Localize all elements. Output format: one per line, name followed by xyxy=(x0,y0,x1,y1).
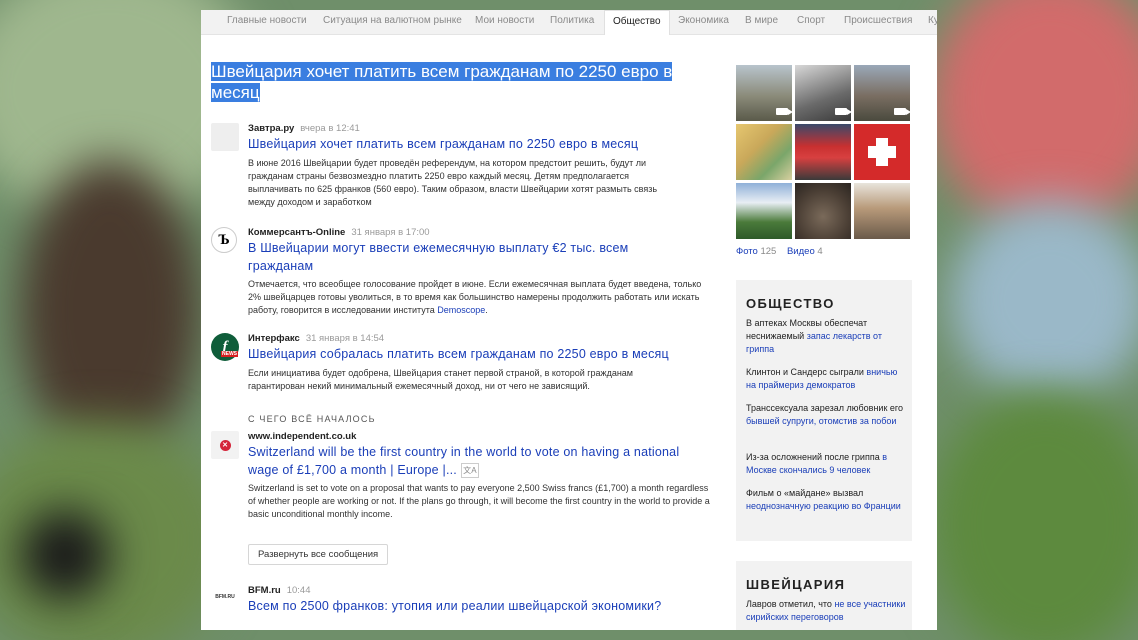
photo-thumbnail[interactable] xyxy=(795,183,851,239)
video-count: 4 xyxy=(817,246,823,257)
sidebar-news-item[interactable]: Из-за осложнений после гриппа в Москве с… xyxy=(746,451,906,477)
tab-politics[interactable]: Политика xyxy=(550,10,594,34)
timestamp: 10:44 xyxy=(286,585,311,596)
article-title-link[interactable]: Швейцария собралась платить всем граждан… xyxy=(248,345,718,363)
source-line: Коммерсантъ-Online 31 января в 17:00 xyxy=(248,227,430,238)
tab-more[interactable]: Ку xyxy=(928,10,937,34)
news-page: Главные новости Ситуация на валютном рын… xyxy=(201,10,937,630)
tab-incidents[interactable]: Происшествия xyxy=(844,10,912,34)
bfm-logo-icon: BFM.RU xyxy=(215,594,235,600)
sidebar-title: ОБЩЕСТВО xyxy=(746,296,835,311)
article-snippet: В июне 2016 Швейцарии будет проведён реф… xyxy=(248,158,658,207)
source-line: www.independent.co.uk xyxy=(248,431,356,442)
sidebar-news-item[interactable]: Фильм о «майдане» вызвал неоднозначную р… xyxy=(746,487,906,513)
sidebar-news-item[interactable]: В аптеках Москвы обеспечат неснижаемый з… xyxy=(746,317,906,356)
timestamp: 31 января в 14:54 xyxy=(305,333,385,344)
sidebar-title: ШВЕЙЦАРИЯ xyxy=(746,577,846,592)
source-logo-placeholder xyxy=(211,123,239,151)
top-nav: Главные новости Ситуация на валютном рын… xyxy=(201,10,937,35)
tab-economy[interactable]: Экономика xyxy=(678,10,729,34)
article-snippet: Если инициатива будет одобрена, Швейцари… xyxy=(248,368,633,391)
sidebar-news-item[interactable]: Клинтон и Сандерс сыграли вничью на прай… xyxy=(746,366,906,392)
video-link[interactable]: Видео xyxy=(787,246,815,257)
source-line: Интерфакс 31 января в 14:54 xyxy=(248,333,384,344)
timestamp: 31 января в 17:00 xyxy=(351,227,430,238)
sidebar-news-item[interactable]: Транссексуала зарезал любовник его бывше… xyxy=(746,402,906,428)
article-title-link[interactable]: В Швейцарии могут ввести ежемесячную вып… xyxy=(248,239,668,275)
tab-my-news[interactable]: Мои новости xyxy=(475,10,534,34)
photo-thumbnail[interactable] xyxy=(854,65,911,121)
photo-link[interactable]: Фото xyxy=(736,246,758,257)
article-title-link[interactable]: Всем по 2500 франков: утопия или реалии … xyxy=(248,597,718,615)
interfax-logo-icon: f NEWS xyxy=(211,333,239,361)
source-name[interactable]: www.independent.co.uk xyxy=(248,431,356,442)
video-camera-icon xyxy=(776,108,793,115)
source-name[interactable]: Завтра.ру xyxy=(248,123,294,134)
article-snippet: Отмечается, что всеобщее голосование про… xyxy=(248,279,702,315)
video-camera-icon xyxy=(835,108,852,115)
photo-thumbnail[interactable] xyxy=(854,124,910,180)
section-label: С ЧЕГО ВСЁ НАЧАЛОСЬ xyxy=(248,414,376,424)
source-line: BFM.ru 10:44 xyxy=(248,585,311,596)
tab-world[interactable]: В мире xyxy=(745,10,778,34)
media-gallery xyxy=(736,65,912,241)
tab-sport[interactable]: Спорт xyxy=(797,10,825,34)
photo-thumbnail[interactable] xyxy=(854,183,910,239)
photo-thumbnail[interactable] xyxy=(795,65,852,121)
article-title-link[interactable]: Switzerland will be the first country in… xyxy=(248,443,688,479)
expand-all-button[interactable]: Развернуть все сообщения xyxy=(248,544,389,565)
photo-thumbnail[interactable] xyxy=(736,183,792,239)
photo-thumbnail[interactable] xyxy=(736,65,793,121)
independent-logo-icon: ✕ xyxy=(211,431,239,459)
tab-currency-market[interactable]: Ситуация на валютном рынке xyxy=(323,10,462,34)
kommersant-logo-icon: Ъ xyxy=(211,227,237,253)
media-links: Фото 125 Видео 4 xyxy=(736,246,831,257)
sidebar-news-item[interactable]: Лавров отметил, что не все участники сир… xyxy=(746,598,906,624)
photo-count: 125 xyxy=(760,246,777,257)
article-snippet: Switzerland is set to vote on a proposal… xyxy=(248,483,710,519)
tab-main-news[interactable]: Главные новости xyxy=(227,10,307,34)
photo-thumbnail[interactable] xyxy=(736,124,792,180)
source-name[interactable]: Коммерсантъ-Online xyxy=(248,227,345,238)
video-camera-icon xyxy=(894,108,911,115)
photo-thumbnail[interactable] xyxy=(795,124,851,180)
translate-icon[interactable]: 文A xyxy=(460,463,479,479)
sidebar-switzerland: ШВЕЙЦАРИЯ Лавров отметил, что не все уча… xyxy=(736,561,912,630)
article-title-link[interactable]: Швейцария хочет платить всем гражданам п… xyxy=(248,135,688,153)
page-title: Швейцария хочет платить всем гражданам п… xyxy=(211,62,673,102)
source-name[interactable]: Интерфакс xyxy=(248,333,300,344)
source-line: Завтра.ру вчера в 12:41 xyxy=(248,123,360,134)
tab-society[interactable]: Общество xyxy=(604,10,670,35)
sidebar-society: ОБЩЕСТВО В аптеках Москвы обеспечат несн… xyxy=(736,280,912,541)
source-name[interactable]: BFM.ru xyxy=(248,585,281,596)
timestamp: вчера в 12:41 xyxy=(300,123,360,134)
demoscope-link[interactable]: Demoscope xyxy=(437,305,485,315)
